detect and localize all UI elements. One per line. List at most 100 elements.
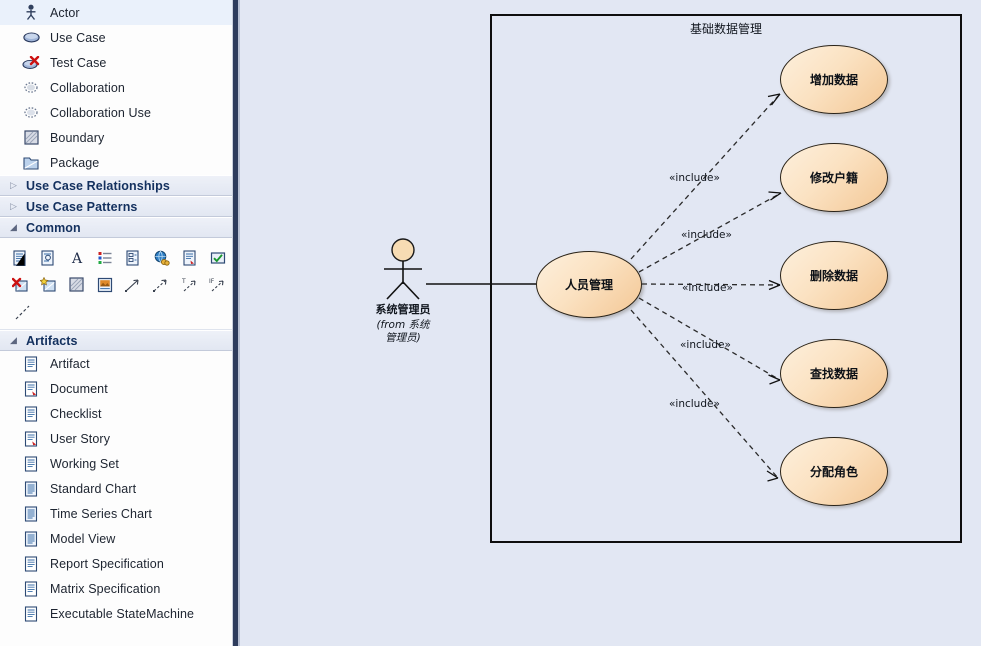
- palette-item-use-case[interactable]: Use Case: [0, 25, 232, 50]
- working-set-icon: [22, 455, 40, 473]
- common-icon-row-1: A: [6, 244, 232, 271]
- palette-item-label: User Story: [50, 431, 111, 446]
- palette-item-label: Working Set: [50, 456, 119, 471]
- palette-item-executable-statemachine[interactable]: Executable StateMachine: [0, 601, 232, 626]
- artifact-icon: [22, 355, 40, 373]
- palette-item-collaboration[interactable]: Collaboration: [0, 75, 232, 100]
- palette-item-label: Collaboration: [50, 80, 125, 95]
- palette-item-label: Executable StateMachine: [50, 606, 195, 621]
- image-icon[interactable]: [91, 272, 119, 297]
- palette-section-common[interactable]: ◢ Common: [0, 217, 232, 238]
- use-case-delete-data[interactable]: 删除数据: [780, 241, 888, 310]
- common-icon-row-2: T IF: [6, 271, 232, 298]
- artifacts-list: Artifact Document Checklist User Story Worki…: [0, 351, 232, 626]
- palette-item-collaboration-use[interactable]: Collaboration Use: [0, 100, 232, 125]
- include-connector-5[interactable]: [630, 309, 779, 479]
- palette-item-package[interactable]: Package: [0, 150, 232, 175]
- palette-item-time-series-chart[interactable]: Time Series Chart: [0, 501, 232, 526]
- report-specification-icon: [22, 555, 40, 573]
- connector-icon[interactable]: [119, 272, 147, 297]
- boundary-new-icon[interactable]: [34, 272, 62, 297]
- toolbox-palette[interactable]: Actor Use Case Test Case Collaboration C…: [0, 0, 233, 646]
- actor-from-package: (from 系统 管理员): [360, 319, 446, 345]
- palette-item-standard-chart[interactable]: Standard Chart: [0, 476, 232, 501]
- palette-item-label: Test Case: [50, 55, 107, 70]
- trace-connector-icon[interactable]: T: [176, 272, 204, 297]
- time-series-chart-icon: [22, 505, 40, 523]
- palette-item-label: Boundary: [50, 130, 105, 145]
- document-red-icon[interactable]: [176, 245, 204, 270]
- palette-item-label: Report Specification: [50, 556, 164, 571]
- diagram-note-icon[interactable]: [119, 245, 147, 270]
- text-icon[interactable]: A: [63, 245, 91, 270]
- diagram-canvas[interactable]: 基础数据管理 系统管理员 (from 系统 管理员) 人员管理 增加数据 修改户…: [240, 0, 981, 646]
- actor-name: 系统管理员: [375, 303, 431, 316]
- include-label-1: «include»: [669, 172, 720, 184]
- application-window: Actor Use Case Test Case Collaboration C…: [0, 0, 981, 646]
- common-icon-grid[interactable]: A T IF: [0, 238, 232, 330]
- executable-statemachine-icon: [22, 605, 40, 623]
- palette-item-label: Artifact: [50, 356, 90, 371]
- user-story-icon: [22, 430, 40, 448]
- legend-icon[interactable]: [91, 245, 119, 270]
- if-connector-icon[interactable]: IF: [204, 272, 232, 297]
- palette-item-document[interactable]: Document: [0, 376, 232, 401]
- actor-system-administrator[interactable]: 系统管理员 (from 系统 管理员): [360, 238, 446, 345]
- boundary-delete-icon[interactable]: [6, 272, 34, 297]
- palette-item-model-view[interactable]: Model View: [0, 526, 232, 551]
- use-case-label: 增加数据: [809, 73, 858, 87]
- palette-item-label: Standard Chart: [50, 481, 137, 496]
- svg-text:T: T: [181, 278, 186, 285]
- palette-item-working-set[interactable]: Working Set: [0, 451, 232, 476]
- palette-item-label: Time Series Chart: [50, 506, 152, 521]
- chevron-right-icon: ▷: [10, 180, 17, 190]
- svg-text:A: A: [71, 251, 83, 266]
- include-label-5: «include»: [669, 398, 720, 410]
- boundary-icon: [22, 129, 40, 147]
- test-case-icon: [22, 54, 40, 72]
- use-case-label: 查找数据: [809, 367, 858, 381]
- use-case-modify-household[interactable]: 修改户籍: [780, 143, 888, 212]
- actor-icon: [22, 4, 40, 22]
- palette-item-test-case[interactable]: Test Case: [0, 50, 232, 75]
- use-case-label: 删除数据: [809, 269, 858, 283]
- use-case-icon: [22, 29, 40, 47]
- palette-item-boundary[interactable]: Boundary: [0, 125, 232, 150]
- note-icon[interactable]: [6, 245, 34, 270]
- actor-from-line-1: (from 系统: [376, 319, 430, 331]
- note-link-icon[interactable]: [34, 245, 62, 270]
- svg-text:IF: IF: [209, 278, 215, 285]
- use-case-add-data[interactable]: 增加数据: [780, 45, 888, 114]
- palette-item-label: Document: [50, 381, 108, 396]
- use-case-label: 人员管理: [564, 278, 613, 292]
- include-label-3: «include»: [682, 282, 733, 294]
- hatch-boundary-icon[interactable]: [63, 272, 91, 297]
- palette-item-actor[interactable]: Actor: [0, 0, 232, 25]
- document-icon: [22, 380, 40, 398]
- web-document-icon[interactable]: [147, 245, 175, 270]
- use-case-personnel-management[interactable]: 人员管理: [536, 251, 642, 318]
- actor-figure-icon: [384, 238, 422, 300]
- matrix-specification-icon: [22, 580, 40, 598]
- connector-arrow-icon[interactable]: [147, 272, 175, 297]
- palette-section-title: Artifacts: [26, 333, 78, 348]
- palette-item-checklist[interactable]: Checklist: [0, 401, 232, 426]
- include-label-4: «include»: [680, 339, 731, 351]
- palette-section-use-case-relationships[interactable]: ▷ Use Case Relationships: [0, 175, 232, 196]
- collaboration-use-icon: [22, 104, 40, 122]
- palette-item-matrix-specification[interactable]: Matrix Specification: [0, 576, 232, 601]
- checkbox-green-icon[interactable]: [204, 245, 232, 270]
- palette-item-user-story[interactable]: User Story: [0, 426, 232, 451]
- palette-item-artifact[interactable]: Artifact: [0, 351, 232, 376]
- dashed-connector-icon[interactable]: [6, 299, 39, 324]
- palette-section-artifacts[interactable]: ◢ Artifacts: [0, 330, 232, 351]
- palette-group-use-case-elements: Actor Use Case Test Case Collaboration C…: [0, 0, 232, 175]
- palette-section-use-case-patterns[interactable]: ▷ Use Case Patterns: [0, 196, 232, 217]
- palette-item-label: Collaboration Use: [50, 105, 152, 120]
- include-label-2: «include»: [681, 229, 732, 241]
- use-case-label: 分配角色: [809, 465, 858, 479]
- use-case-assign-role[interactable]: 分配角色: [780, 437, 888, 506]
- palette-item-report-specification[interactable]: Report Specification: [0, 551, 232, 576]
- model-view-icon: [22, 530, 40, 548]
- use-case-search-data[interactable]: 查找数据: [780, 339, 888, 408]
